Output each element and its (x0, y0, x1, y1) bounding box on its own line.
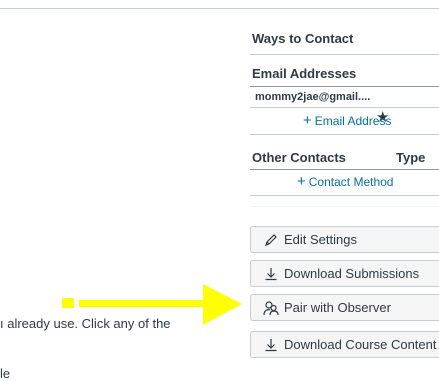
edit-settings-button[interactable]: Edit Settings (250, 226, 439, 253)
plus-icon: + (297, 173, 306, 190)
ways-to-contact-title: Ways to Contact (252, 31, 354, 46)
email-address-value: mommy2jae@gmail.... (255, 91, 371, 103)
pair-with-observer-label: Pair with Observer (284, 300, 391, 315)
email-addresses-header: Email Addresses (252, 66, 357, 81)
add-contact-method-link[interactable]: + Contact Method (297, 174, 393, 189)
download-course-content-button[interactable]: Download Course Content (250, 331, 439, 358)
download-course-content-label: Download Course Content (284, 337, 437, 352)
divider (250, 54, 439, 55)
type-column-header: Type (396, 150, 426, 165)
pencil-icon (263, 232, 279, 248)
divider (250, 206, 439, 207)
edit-settings-label: Edit Settings (284, 232, 357, 247)
other-contacts-header: Other Contacts (252, 150, 346, 165)
download-submissions-label: Download Submissions (284, 266, 420, 281)
divider (250, 107, 439, 108)
add-email-address-link[interactable]: + Email Address (303, 113, 391, 128)
add-contact-method-label: Contact Method (308, 174, 394, 189)
pair-with-observer-button[interactable]: Pair with Observer (250, 294, 439, 321)
email-address-row[interactable]: mommy2jae@gmail.... (255, 87, 439, 107)
divider (250, 195, 439, 196)
download-icon (263, 266, 279, 282)
download-icon (263, 337, 279, 353)
add-email-label: Email Address (314, 113, 392, 128)
divider (250, 134, 439, 135)
download-submissions-button[interactable]: Download Submissions (250, 260, 439, 287)
observer-pair-icon (263, 300, 279, 316)
divider (250, 169, 439, 170)
annotation-arrow (62, 284, 242, 325)
plus-icon: + (303, 112, 312, 129)
